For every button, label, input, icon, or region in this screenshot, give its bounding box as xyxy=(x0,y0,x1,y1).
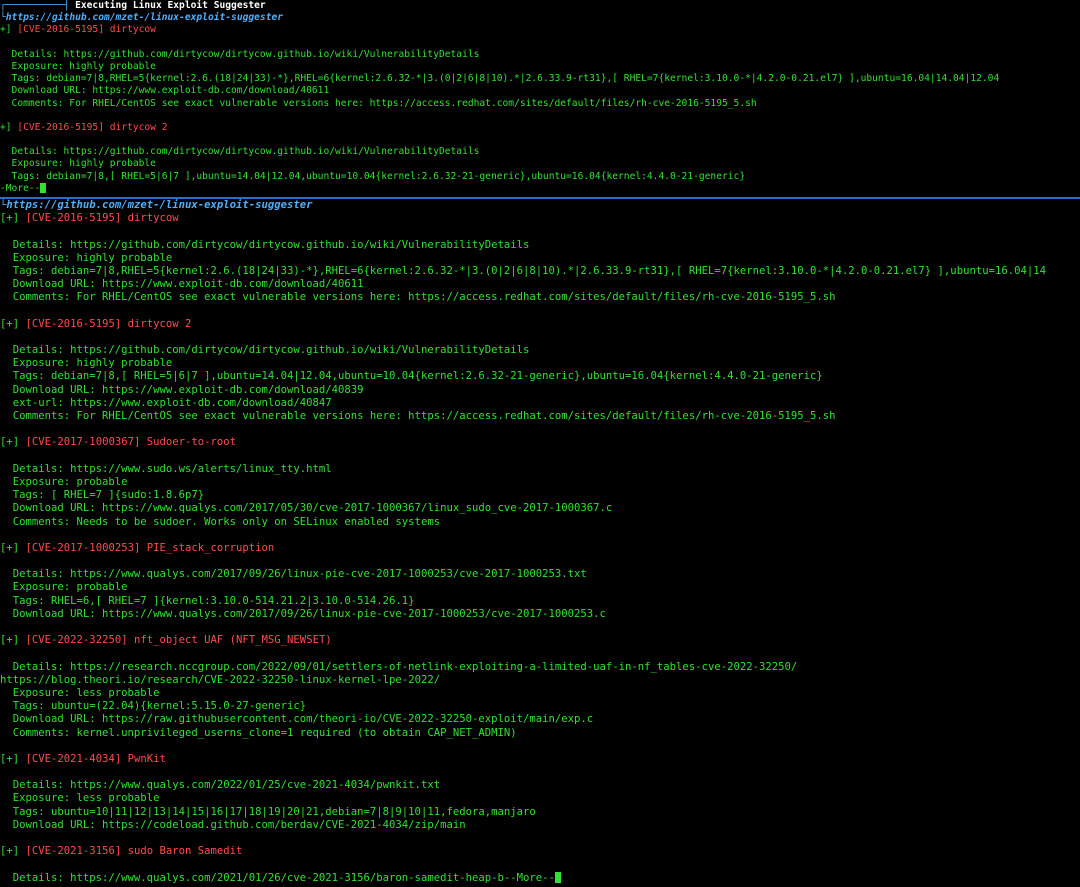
cve-id: [CVE-2022-32250] xyxy=(25,634,128,647)
exploit-name: dirtycow xyxy=(109,24,156,36)
terminal-pane-top[interactable]: ┌──────────┤ Executing Linux Exploit Sug… xyxy=(0,0,1080,197)
terminal-pane-bottom[interactable]: └https://github.com/mzet-/linux-exploit-… xyxy=(0,199,1080,887)
cve-id: [CVE-2021-4034] xyxy=(25,752,122,765)
detail-line: Download URL: https://codeload.github.co… xyxy=(12,818,466,831)
detail-line: Tags: RHEL=6,[ RHEL=7 ]{kernel:3.10.0-51… xyxy=(12,594,415,607)
detail-line: Tags: debian=7|8,[ RHEL=5|6|7 ],ubuntu=1… xyxy=(11,170,746,182)
detail-line: Exposure: highly probable xyxy=(12,251,173,264)
detail-line: Download URL: https://www.exploit-db.com… xyxy=(12,383,364,396)
repo-url-bottom: └https://github.com/mzet-/linux-exploit-… xyxy=(0,199,313,211)
detail-line: Details: https://www.qualys.com/2017/09/… xyxy=(12,568,587,581)
detail-line: Exposure: highly probable xyxy=(12,357,173,370)
banner-row: ┌──────────┤ Executing Linux Exploit Sug… xyxy=(0,0,1080,12)
detail-line: Download URL: https://raw.githubusercont… xyxy=(12,713,594,726)
cve-id: [CVE-2021-3156] xyxy=(25,845,122,858)
exploit-header: [+] [CVE-2017-1000253] PIE_stack_corrupt… xyxy=(0,541,275,554)
banner-rule: ┌──────────┤ xyxy=(0,0,76,11)
detail-line: Exposure: less probable xyxy=(12,686,160,699)
detail-line: Tags: ubuntu=10|11|12|13|14|15|16|17|18|… xyxy=(12,805,536,818)
detail-line: Comments: Needs to be sudoer. Works only… xyxy=(12,515,441,528)
repo-url-top: └https://github.com/mzet-/linux-exploit-… xyxy=(0,12,284,24)
detail-line: Download URL: https://www.qualys.com/201… xyxy=(12,607,606,620)
exploit-header: [+] [CVE-2017-1000367] Sudoer-to-root xyxy=(0,436,237,449)
detail-line: Comments: For RHEL/CentOS see exact vuln… xyxy=(11,97,757,109)
detail-line: Details: https://github.com/dirtycow/dir… xyxy=(11,146,480,158)
detail-line: Tags: [ RHEL=7 ]{sudo:1.8.6p7} xyxy=(12,489,205,502)
exploit-header: [+] [CVE-2022-32250] nft_object UAF (NFT… xyxy=(0,634,332,647)
detail-line: ext-url: https://www.exploit-db.com/down… xyxy=(12,396,332,409)
exploit-name: dirtycow 2 xyxy=(109,121,168,133)
more-prompt[interactable]: -More-- xyxy=(0,182,1080,195)
detail-line: Details: https://github.com/dirtycow/dir… xyxy=(11,48,480,60)
detail-line: Comments: kernel.unprivileged_userns_clo… xyxy=(12,726,517,739)
detail-line: Details: https://github.com/dirtycow/dir… xyxy=(12,344,530,357)
detail-line: Exposure: probable xyxy=(12,475,128,488)
banner-title: Executing Linux Exploit Suggester xyxy=(75,0,266,11)
exploit-header: [+] [CVE-2016-5195] dirtycow 2 xyxy=(0,317,192,330)
exploit-name: sudo Baron Samedit xyxy=(127,845,243,858)
detail-line: Comments: For RHEL/CentOS see exact vuln… xyxy=(12,291,836,304)
cve-id: [CVE-2017-1000253] xyxy=(25,541,141,554)
detail-line: Details: https://www.sudo.ws/alerts/linu… xyxy=(12,462,332,475)
cve-id: [CVE-2016-5195] xyxy=(25,212,122,225)
detail-line: Comments: For RHEL/CentOS see exact vuln… xyxy=(12,410,836,422)
exploit-header: [+] [CVE-2021-3156] sudo Baron Samedit xyxy=(0,845,243,858)
detail-wrap-line: https://blog.theori.io/research/CVE-2022… xyxy=(0,673,441,686)
detail-line: Tags: debian=7|8,[ RHEL=5|6|7 ],ubuntu=1… xyxy=(12,370,823,383)
detail-line: Exposure: less probable xyxy=(12,792,160,805)
detail-line: Details: https://research.nccgroup.com/2… xyxy=(12,660,798,673)
detail-line: Exposure: highly probable xyxy=(11,158,156,170)
detail-line: Tags: ubuntu=(22.04){kernel:5.15.0-27-ge… xyxy=(12,700,307,713)
cve-id: [CVE-2016-5195] xyxy=(17,121,104,133)
exploit-header: +] [CVE-2016-5195] dirtycow xyxy=(0,24,156,36)
exploit-name: dirtycow 2 xyxy=(127,317,192,330)
detail-line: Tags: debian=7|8,RHEL=5{kernel:2.6.(18|2… xyxy=(12,264,1046,277)
cursor-block xyxy=(554,871,562,883)
exploit-name: PwnKit xyxy=(127,752,166,765)
exploit-header: [+] [CVE-2021-4034] PwnKit xyxy=(0,752,166,765)
exploit-header: [+] [CVE-2016-5195] dirtycow xyxy=(0,212,179,225)
detail-line: Details: https://github.com/dirtycow/dir… xyxy=(12,238,530,251)
exploit-header: +] [CVE-2016-5195] dirtycow 2 xyxy=(0,121,168,133)
cve-id: [CVE-2016-5195] xyxy=(25,317,122,330)
exploit-name: dirtycow xyxy=(127,212,179,225)
detail-line: Download URL: https://www.qualys.com/201… xyxy=(12,502,613,515)
cve-id: [CVE-2016-5195] xyxy=(17,24,104,36)
exploit-name: PIE_stack_corruption xyxy=(146,541,275,554)
detail-line: Exposure: highly probable xyxy=(11,60,156,72)
cve-id: [CVE-2017-1000367] xyxy=(25,436,141,449)
detail-line: Download URL: https://www.exploit-db.com… xyxy=(12,278,364,291)
detail-line: Download URL: https://www.exploit-db.com… xyxy=(11,85,330,97)
more-prompt-line[interactable]: Details: https://www.qualys.com/2021/01/… xyxy=(0,871,1080,885)
cursor-block xyxy=(40,182,47,193)
detail-line: Details: https://www.qualys.com/2022/01/… xyxy=(12,779,441,792)
exploit-name: Sudoer-to-root xyxy=(146,436,237,449)
detail-line: Tags: debian=7|8,RHEL=5{kernel:2.6.(18|2… xyxy=(11,73,1000,85)
exploit-name: nft_object UAF (NFT_MSG_NEWSET) xyxy=(133,634,332,647)
detail-line: Exposure: probable xyxy=(12,581,128,594)
